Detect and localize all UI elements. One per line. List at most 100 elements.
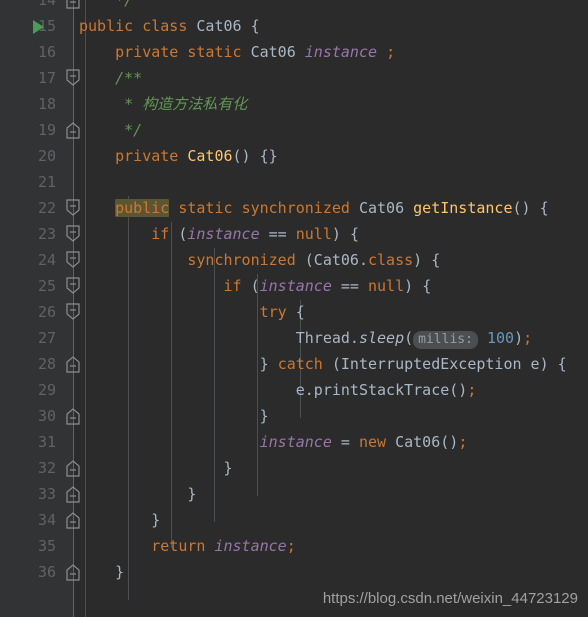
token-16-3: Cat06: [250, 43, 305, 61]
token-20-2: Cat06: [187, 147, 233, 165]
token-15-3: {: [250, 17, 260, 35]
token-24-2: (Cat06.: [304, 251, 368, 269]
token-14-0: [79, 0, 115, 9]
token-24-3: class: [368, 251, 414, 269]
token-32-0: [79, 459, 224, 477]
token-19-1: */: [124, 121, 143, 139]
code-line-35[interactable]: 35 return instance;: [0, 533, 588, 559]
token-16-4: instance: [304, 43, 387, 61]
code-line-34[interactable]: 34 }: [0, 507, 588, 533]
token-27-8: ;: [523, 329, 533, 347]
token-18-0: [79, 95, 124, 113]
line-number-31: 31: [37, 433, 56, 451]
token-35-1: return: [151, 537, 215, 555]
code-text-17: /**: [79, 65, 142, 91]
code-line-31[interactable]: 31 instance = new Cat06();: [0, 429, 588, 455]
token-27-3: (: [404, 329, 414, 347]
code-line-36[interactable]: 36 }: [0, 559, 588, 585]
line-number-25: 25: [37, 277, 56, 295]
code-line-25[interactable]: 25 if (instance == null) {: [0, 273, 588, 299]
token-23-7: {: [349, 225, 359, 243]
line-number-16: 16: [37, 43, 56, 61]
code-line-20[interactable]: 20 private Cat06() {}: [0, 143, 588, 169]
token-19-0: [79, 121, 124, 139]
token-31-6: ;: [458, 433, 468, 451]
code-text-27: Thread.sleep(millis: 100);: [79, 325, 532, 351]
code-text-36: }: [79, 559, 124, 585]
token-33-1: }: [187, 485, 197, 503]
code-text-23: if (instance == null) {: [79, 221, 359, 247]
code-line-18[interactable]: 18 * 构造方法私有化: [0, 91, 588, 117]
token-31-2: =: [331, 433, 359, 451]
token-22-3: static: [178, 199, 242, 217]
code-text-32: }: [79, 455, 233, 481]
token-23-4: ==: [259, 225, 296, 243]
token-31-0: [79, 433, 260, 451]
token-25-3: instance: [259, 277, 332, 295]
line-number-33: 33: [37, 485, 56, 503]
code-text-28: } catch (InterruptedException e) {: [79, 351, 567, 377]
token-29-3: ;: [467, 381, 477, 399]
code-line-24[interactable]: 24 synchronized (Cat06.class) {: [0, 247, 588, 273]
token-31-4: Cat06: [395, 433, 441, 451]
token-32-1: }: [223, 459, 233, 477]
code-line-16[interactable]: 16 private static Cat06 instance ;: [0, 39, 588, 65]
line-number-29: 29: [37, 381, 56, 399]
token-22-2: [169, 199, 178, 217]
token-27-5: [478, 329, 487, 347]
line-number-17: 17: [37, 69, 56, 87]
token-22-7: (): [512, 199, 540, 217]
code-text-16: private static Cat06 instance ;: [79, 39, 395, 65]
line-number-32: 32: [37, 459, 56, 477]
code-line-28[interactable]: 28 } catch (InterruptedException e) {: [0, 351, 588, 377]
token-23-6: ): [331, 225, 350, 243]
line-number-28: 28: [37, 355, 56, 373]
token-29-1: e.printStackTrace: [295, 381, 450, 399]
code-line-17[interactable]: 17 /**: [0, 65, 588, 91]
code-line-14[interactable]: 14 */: [0, 0, 588, 13]
line-number-18: 18: [37, 95, 56, 113]
token-22-1: public: [115, 199, 170, 217]
token-25-0: [79, 277, 224, 295]
token-26-0: [79, 303, 260, 321]
token-28-4: {: [557, 355, 567, 373]
token-16-1: private: [115, 43, 188, 61]
code-editor[interactable]: 14 */15 public class Cat06 {16 private st…: [0, 0, 588, 617]
token-25-6: ): [404, 277, 423, 295]
code-text-26: try {: [79, 299, 305, 325]
token-29-2: (): [449, 381, 468, 399]
token-28-3: (InterruptedException e): [331, 355, 558, 373]
code-line-26[interactable]: 26 try {: [0, 299, 588, 325]
token-24-5: {: [431, 251, 441, 269]
line-number-22: 22: [37, 199, 56, 217]
token-16-5: ;: [386, 43, 396, 61]
code-line-27[interactable]: 27 Thread.sleep(millis: 100);: [0, 325, 588, 351]
token-28-2: catch: [277, 355, 332, 373]
token-24-4: ): [413, 251, 432, 269]
token-30-1: }: [259, 407, 269, 425]
code-line-29[interactable]: 29 e.printStackTrace();: [0, 377, 588, 403]
watermark-url: https://blog.csdn.net/weixin_44723129: [322, 590, 578, 607]
code-line-15[interactable]: 15 public class Cat06 {: [0, 13, 588, 39]
code-line-19[interactable]: 19 */: [0, 117, 588, 143]
code-text-29: e.printStackTrace();: [79, 377, 477, 403]
token-31-3: new: [358, 433, 396, 451]
token-30-0: [79, 407, 260, 425]
token-24-1: synchronized: [187, 251, 305, 269]
code-line-23[interactable]: 23 if (instance == null) {: [0, 221, 588, 247]
code-line-30[interactable]: 30 }: [0, 403, 588, 429]
token-22-0: [79, 199, 115, 217]
token-26-1: try: [259, 303, 296, 321]
code-line-22[interactable]: 22 public static synchronized Cat06 getI…: [0, 195, 588, 221]
token-24-0: [79, 251, 187, 269]
token-23-3: instance: [187, 225, 260, 243]
code-line-21[interactable]: 21: [0, 169, 588, 195]
code-line-33[interactable]: 33 }: [0, 481, 588, 507]
run-triangle-icon[interactable]: [33, 20, 44, 34]
token-22-5: Cat06: [358, 199, 414, 217]
code-text-20: private Cat06() {}: [79, 143, 278, 169]
token-20-0: [79, 147, 115, 165]
token-16-2: static: [187, 43, 251, 61]
code-line-32[interactable]: 32 }: [0, 455, 588, 481]
line-number-27: 27: [37, 329, 56, 347]
